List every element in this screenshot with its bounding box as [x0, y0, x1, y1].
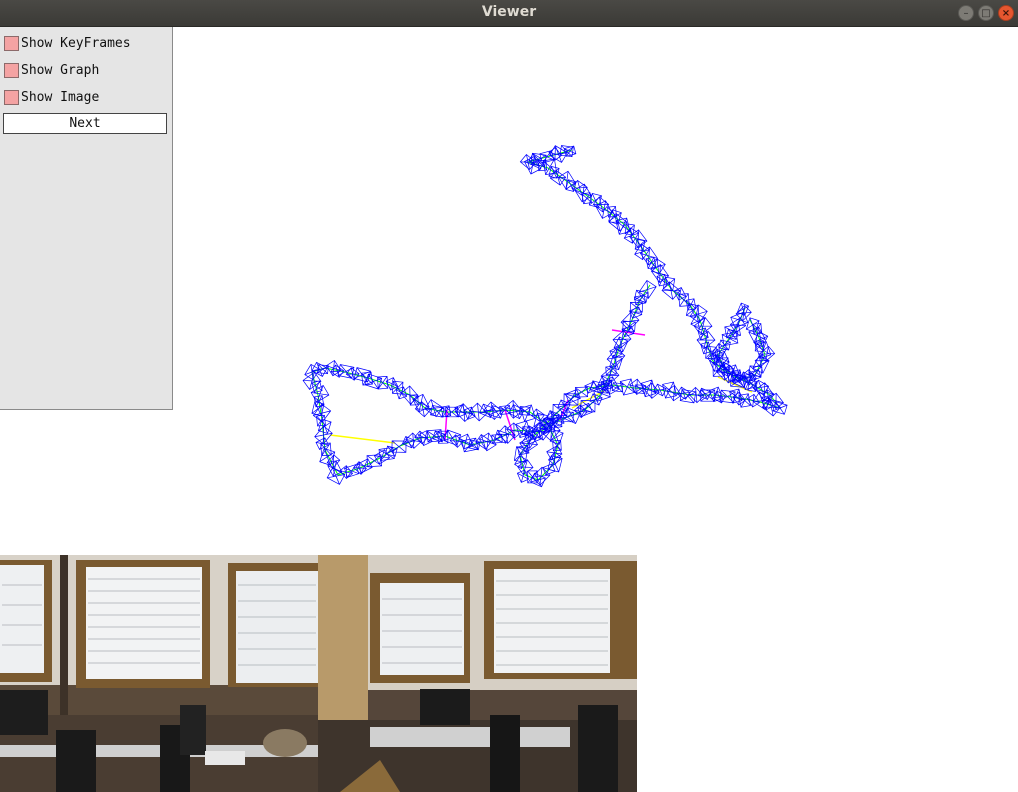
checkbox-box[interactable]	[4, 36, 19, 51]
show-keyframes-checkbox[interactable]: Show KeyFrames	[3, 35, 171, 55]
window-titlebar: Viewer – □ ×	[0, 0, 1018, 27]
keyframe-frustum	[531, 408, 545, 422]
keyframe-frustum	[373, 449, 391, 465]
camera-frame-left	[0, 555, 318, 792]
camera-frame-right	[318, 555, 637, 792]
keyframe-frustum	[552, 403, 568, 417]
window-title: Viewer	[481, 4, 537, 20]
show-graph-checkbox[interactable]: Show Graph	[3, 62, 171, 82]
keyframe-frustum	[662, 276, 676, 292]
keyframe-frustum	[491, 434, 503, 444]
checkbox-box[interactable]	[4, 63, 19, 78]
checkbox-label: Show Image	[21, 90, 100, 105]
control-panel: Show KeyFrames Show Graph Show Image Nex…	[0, 27, 173, 410]
maximize-icon[interactable]: □	[978, 5, 994, 21]
checkbox-label: Show KeyFrames	[21, 36, 131, 51]
keyframe-frustum	[531, 466, 551, 486]
camera-frames	[0, 555, 637, 792]
keyframe-frustum	[619, 378, 635, 396]
checkbox-label: Show Graph	[21, 63, 100, 78]
trajectory-canvas[interactable]	[173, 27, 1018, 555]
camera-image-strip	[0, 555, 637, 792]
loop-closure-edge	[329, 434, 396, 444]
minimize-icon[interactable]: –	[958, 5, 974, 21]
keyframe-frustum	[735, 304, 752, 322]
keyframe-frustum	[574, 386, 589, 398]
keyframe-frustum	[696, 330, 716, 350]
show-image-checkbox[interactable]: Show Image	[3, 89, 171, 109]
keyframe-frustum	[693, 316, 713, 336]
close-icon[interactable]: ×	[998, 5, 1014, 21]
map-3d-view[interactable]	[173, 27, 1018, 555]
checkbox-box[interactable]	[4, 90, 19, 105]
next-button[interactable]: Next	[3, 113, 167, 134]
keyframe-frustum	[391, 440, 407, 453]
keyframe-frustum	[634, 238, 646, 252]
